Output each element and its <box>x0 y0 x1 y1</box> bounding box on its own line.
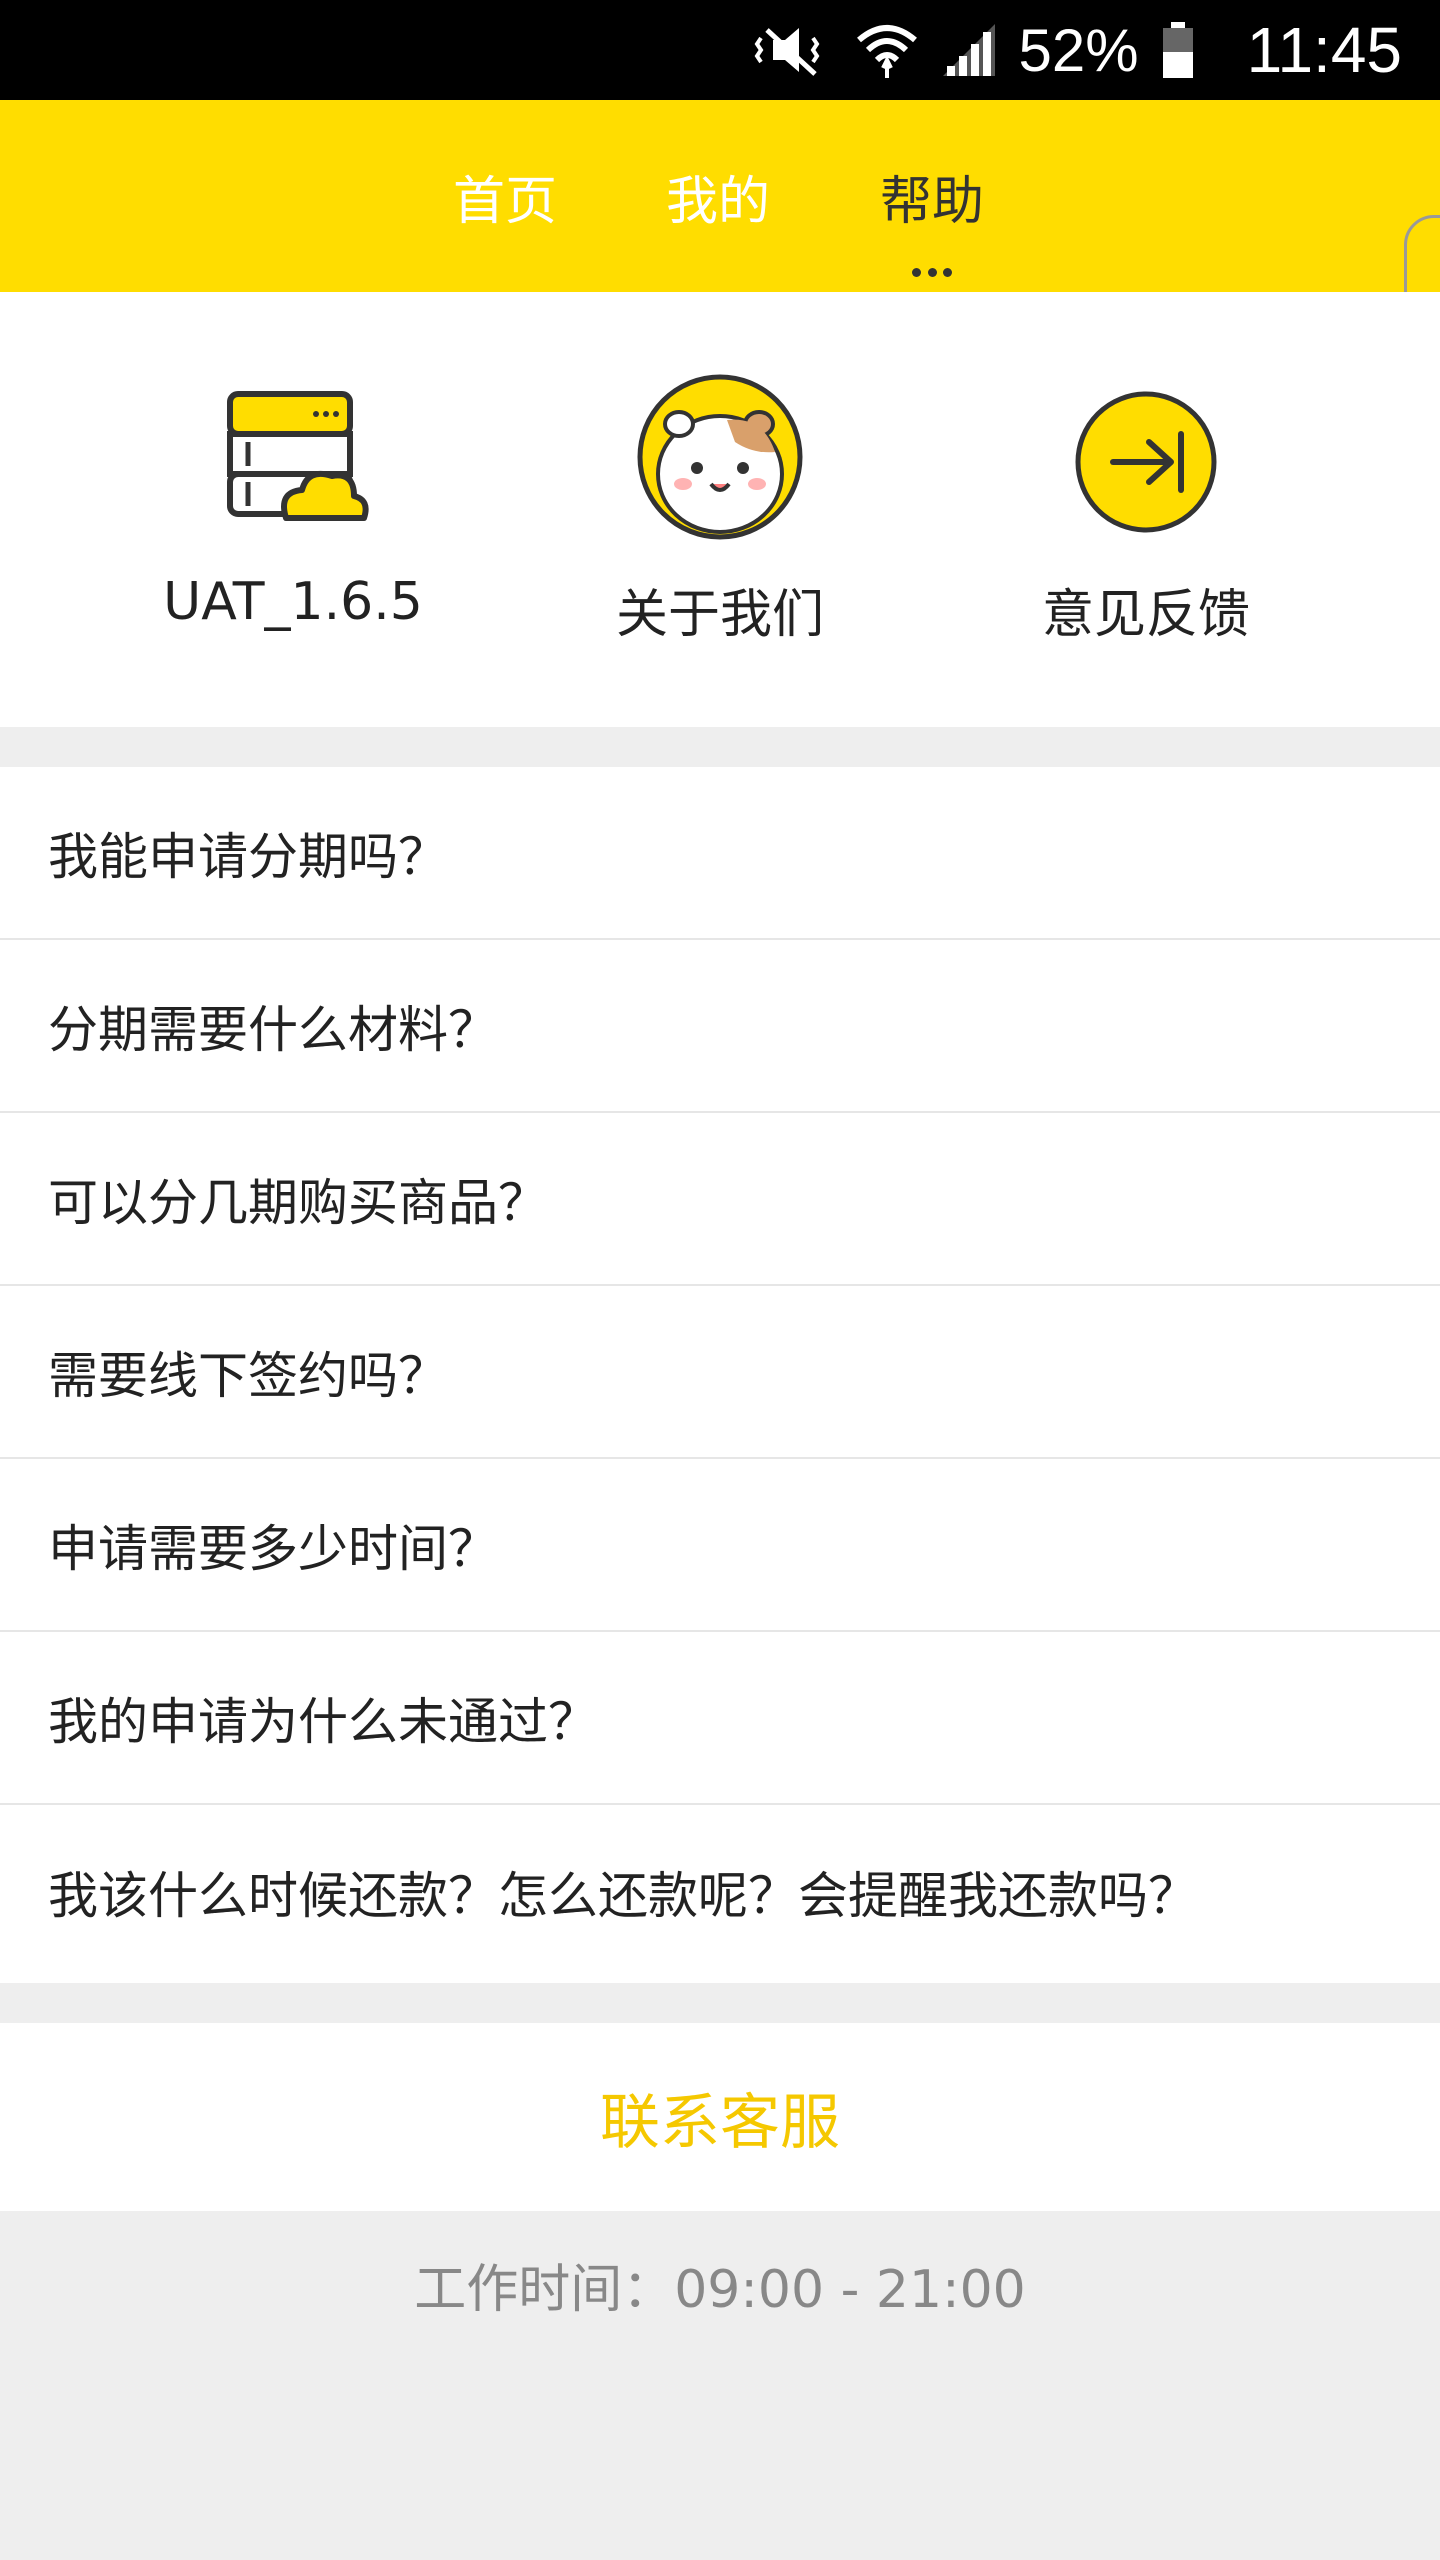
faq-item[interactable]: 我的申请为什么未通过？ <box>0 1632 1440 1805</box>
contact-support-button[interactable]: 联系客服 <box>0 2023 1440 2211</box>
mute-vibrate-icon <box>753 20 833 80</box>
wifi-icon <box>855 20 919 80</box>
active-tab-indicator <box>912 268 952 280</box>
hamster-avatar-icon <box>635 372 805 542</box>
about-us-label: 关于我们 <box>615 585 824 645</box>
faq-item[interactable]: 可以分几期购买商品？ <box>0 1113 1440 1286</box>
faq-item[interactable]: 申请需要多少时间？ <box>0 1459 1440 1632</box>
feedback-shortcut[interactable]: 意见反馈 <box>946 292 1346 727</box>
status-bar: 52% 11:45 <box>0 0 1440 100</box>
faq-item[interactable]: 我能申请分期吗？ <box>0 767 1440 940</box>
clock: 11:45 <box>1246 14 1402 86</box>
signal-icon <box>941 22 997 78</box>
about-us-shortcut[interactable]: 关于我们 <box>520 292 920 727</box>
server-cloud-icon <box>208 372 378 542</box>
shortcut-panel: UAT_1.6.5 关于我们 意见反馈 <box>0 292 1440 727</box>
faq-item[interactable]: 我该什么时候还款？怎么还款呢？会提醒我还款吗？ <box>0 1805 1440 1978</box>
battery-percent: 52% <box>1018 16 1139 84</box>
arrow-to-right-icon <box>1061 372 1231 542</box>
feedback-label: 意见反馈 <box>1041 585 1250 645</box>
version-label: UAT_1.6.5 <box>163 572 423 632</box>
battery-icon <box>1161 20 1195 80</box>
tab-mine[interactable]: 我的 <box>618 100 818 292</box>
tab-help[interactable]: 帮助 <box>832 100 1032 292</box>
work-hours: 工作时间：09:00 - 21:00 <box>414 2260 1026 2320</box>
faq-item[interactable]: 分期需要什么材料？ <box>0 940 1440 1113</box>
version-shortcut[interactable]: UAT_1.6.5 <box>93 292 493 727</box>
status-icons: 52% 11:45 <box>753 0 1402 100</box>
faq-list: 我能申请分期吗？ 分期需要什么材料？ 可以分几期购买商品？ 需要线下签约吗？ 申… <box>0 767 1440 1983</box>
faq-item[interactable]: 需要线下签约吗？ <box>0 1286 1440 1459</box>
top-nav: 首页 我的 帮助 <box>0 100 1440 292</box>
tab-home[interactable]: 首页 <box>405 100 605 292</box>
